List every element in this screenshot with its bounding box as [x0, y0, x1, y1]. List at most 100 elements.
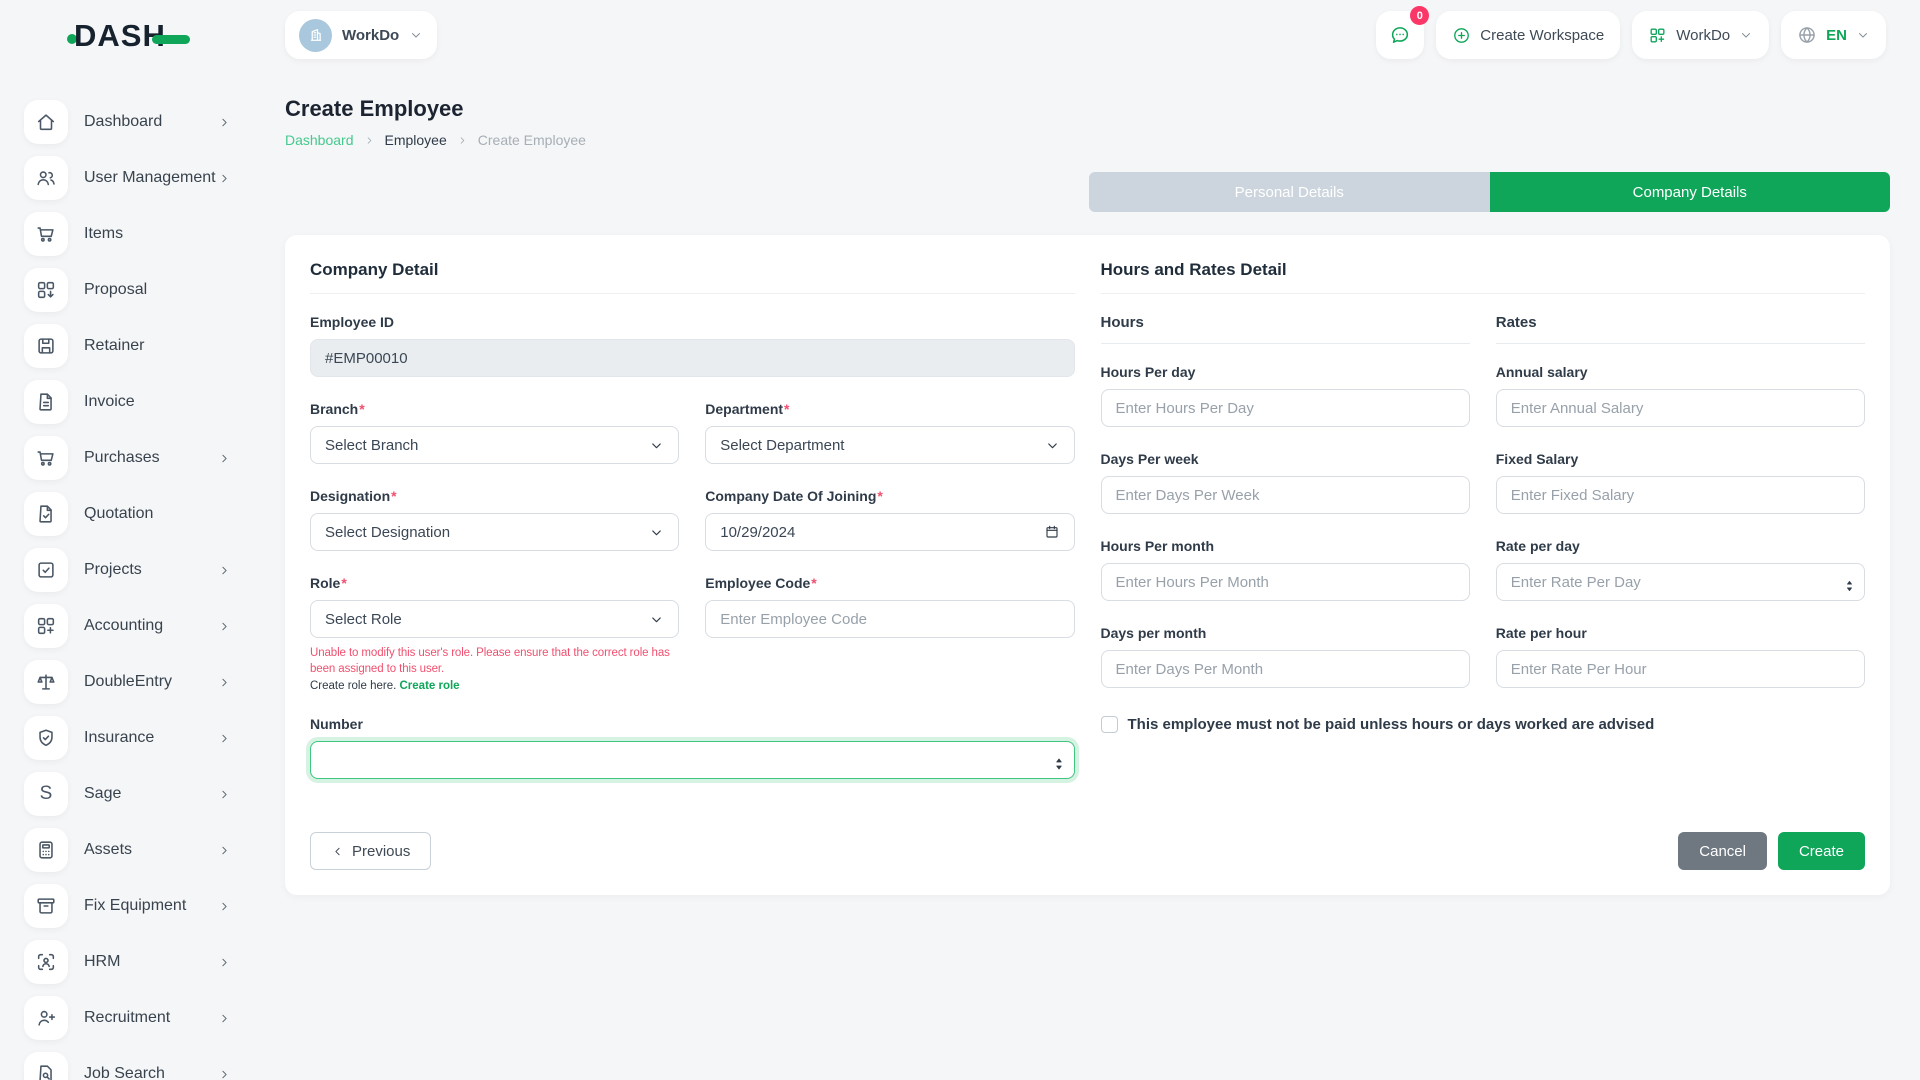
- department-select[interactable]: Select Department: [705, 426, 1074, 464]
- sidebar-item-insurance[interactable]: Insurance: [0, 710, 257, 766]
- hours-per-day-input[interactable]: [1101, 389, 1470, 427]
- employee-id-label: Employee ID: [310, 314, 1075, 330]
- breadcrumb-employee-link[interactable]: Employee: [385, 132, 447, 148]
- hours-rates-heading: Hours and Rates Detail: [1101, 260, 1866, 280]
- grid-swap-icon: [24, 268, 68, 312]
- hours-per-month-input[interactable]: [1101, 563, 1470, 601]
- divider: [1101, 343, 1470, 344]
- joining-date-input[interactable]: 10/29/2024: [705, 513, 1074, 551]
- annual-salary-label: Annual salary: [1496, 364, 1865, 380]
- create-employee-card: Company Detail Employee ID #EMP00010 Bra…: [285, 235, 1890, 895]
- app-logo[interactable]: DASH: [67, 18, 190, 54]
- topbar: DASH WorkDo 0 Create Workspace: [0, 0, 1920, 71]
- sidebar-item-job-search[interactable]: Job Search: [0, 1046, 257, 1080]
- main-content: Create Employee Dashboard Employee Creat…: [285, 71, 1890, 895]
- chevron-left-icon: [331, 845, 344, 858]
- sidebar-item-retainer[interactable]: Retainer: [0, 318, 257, 374]
- no-pay-checkbox-row[interactable]: This employee must not be paid unless ho…: [1101, 716, 1866, 733]
- days-per-week-input[interactable]: [1101, 476, 1470, 514]
- calculator-icon: [24, 828, 68, 872]
- home-icon: [24, 100, 68, 144]
- hours-subsection: Hours Hours Per day Days Per week Hours …: [1101, 294, 1470, 688]
- hours-rates-section: Hours and Rates Detail Hours Hours Per d…: [1101, 260, 1866, 779]
- annual-salary-input[interactable]: [1496, 389, 1865, 427]
- required-marker: *: [359, 401, 364, 417]
- sidebar-item-purchases[interactable]: Purchases: [0, 430, 257, 486]
- fixed-salary-label: Fixed Salary: [1496, 451, 1865, 467]
- create-button[interactable]: Create: [1778, 832, 1865, 870]
- rate-per-day-input[interactable]: [1496, 563, 1865, 601]
- chevron-right-icon: [218, 900, 231, 913]
- required-marker: *: [341, 575, 346, 591]
- employee-code-input[interactable]: [705, 600, 1074, 638]
- company-detail-heading: Company Detail: [310, 260, 1075, 280]
- tab-company-details[interactable]: Company Details: [1490, 172, 1891, 212]
- designation-select[interactable]: Select Designation: [310, 513, 679, 551]
- department-label: Department*: [705, 401, 1074, 417]
- branch-select[interactable]: Select Branch: [310, 426, 679, 464]
- rate-per-hour-input[interactable]: [1496, 650, 1865, 688]
- sidebar-item-user-management[interactable]: User Management: [0, 150, 257, 206]
- role-warning-text: Unable to modify this user's role. Pleas…: [310, 646, 679, 677]
- sidebar-item-projects[interactable]: Projects: [0, 542, 257, 598]
- chevron-right-icon: [218, 116, 231, 129]
- grid-plus-icon: [24, 604, 68, 648]
- chevron-right-icon: [218, 172, 231, 185]
- sage-icon: S: [24, 772, 68, 816]
- number-stepper[interactable]: [1053, 757, 1065, 771]
- chevron-right-icon: [218, 844, 231, 857]
- sidebar-item-recruitment[interactable]: Recruitment: [0, 990, 257, 1046]
- no-pay-checkbox[interactable]: [1101, 716, 1118, 733]
- previous-button[interactable]: Previous: [310, 832, 431, 870]
- sidebar-item-proposal[interactable]: Proposal: [0, 262, 257, 318]
- chevron-down-icon: [409, 28, 423, 42]
- messages-button[interactable]: 0: [1376, 11, 1424, 59]
- sidebar-item-dashboard[interactable]: Dashboard: [0, 94, 257, 150]
- breadcrumb-dashboard-link[interactable]: Dashboard: [285, 132, 354, 148]
- chevron-right-icon: [457, 135, 468, 146]
- sidebar-item-assets[interactable]: Assets: [0, 822, 257, 878]
- cancel-button[interactable]: Cancel: [1678, 832, 1767, 870]
- days-per-month-input[interactable]: [1101, 650, 1470, 688]
- sidebar-item-invoice[interactable]: Invoice: [0, 374, 257, 430]
- breadcrumb: Dashboard Employee Create Employee: [285, 132, 1890, 148]
- sidebar-item-quotation[interactable]: Quotation: [0, 486, 257, 542]
- language-label: EN: [1826, 27, 1847, 44]
- sidebar-item-hrm[interactable]: HRM: [0, 934, 257, 990]
- hours-per-day-label: Hours Per day: [1101, 364, 1470, 380]
- create-workspace-button[interactable]: Create Workspace: [1436, 11, 1620, 59]
- sidebar-item-items[interactable]: Items: [0, 206, 257, 262]
- sidebar-item-accounting[interactable]: Accounting: [0, 598, 257, 654]
- divider: [310, 293, 1075, 294]
- role-select[interactable]: Select Role: [310, 600, 679, 638]
- workspace-selector[interactable]: WorkDo: [285, 11, 437, 59]
- grid-plus-icon: [1648, 26, 1667, 45]
- language-menu-button[interactable]: EN: [1781, 11, 1886, 59]
- tab-personal-details[interactable]: Personal Details: [1089, 172, 1490, 212]
- workspace-menu-button[interactable]: WorkDo: [1632, 11, 1769, 59]
- chevron-right-icon: [364, 135, 375, 146]
- sidebar-item-doubleentry[interactable]: DoubleEntry: [0, 654, 257, 710]
- fixed-salary-input[interactable]: [1496, 476, 1865, 514]
- chevron-down-icon: [649, 438, 664, 453]
- detail-tabs: Personal Details Company Details: [1089, 172, 1890, 212]
- rate-per-day-stepper[interactable]: [1844, 580, 1855, 593]
- workspace-menu-label: WorkDo: [1676, 27, 1730, 44]
- chevron-right-icon: [218, 676, 231, 689]
- divider: [1496, 343, 1865, 344]
- chat-icon: [1389, 24, 1411, 46]
- required-marker: *: [811, 575, 816, 591]
- branch-label: Branch*: [310, 401, 679, 417]
- role-label: Role*: [310, 575, 679, 591]
- globe-icon: [1797, 25, 1817, 45]
- create-role-link[interactable]: Create role: [400, 680, 460, 692]
- days-per-week-label: Days Per week: [1101, 451, 1470, 467]
- sidebar-item-sage[interactable]: S Sage: [0, 766, 257, 822]
- rates-subsection: Rates Annual salary Fixed Salary Rate pe…: [1496, 294, 1865, 688]
- hours-per-month-label: Hours Per month: [1101, 538, 1470, 554]
- chevron-right-icon: [218, 732, 231, 745]
- rate-per-hour-label: Rate per hour: [1496, 625, 1865, 641]
- sidebar-item-fix-equipment[interactable]: Fix Equipment: [0, 878, 257, 934]
- number-input[interactable]: [310, 741, 1075, 779]
- calendar-icon: [1044, 524, 1060, 540]
